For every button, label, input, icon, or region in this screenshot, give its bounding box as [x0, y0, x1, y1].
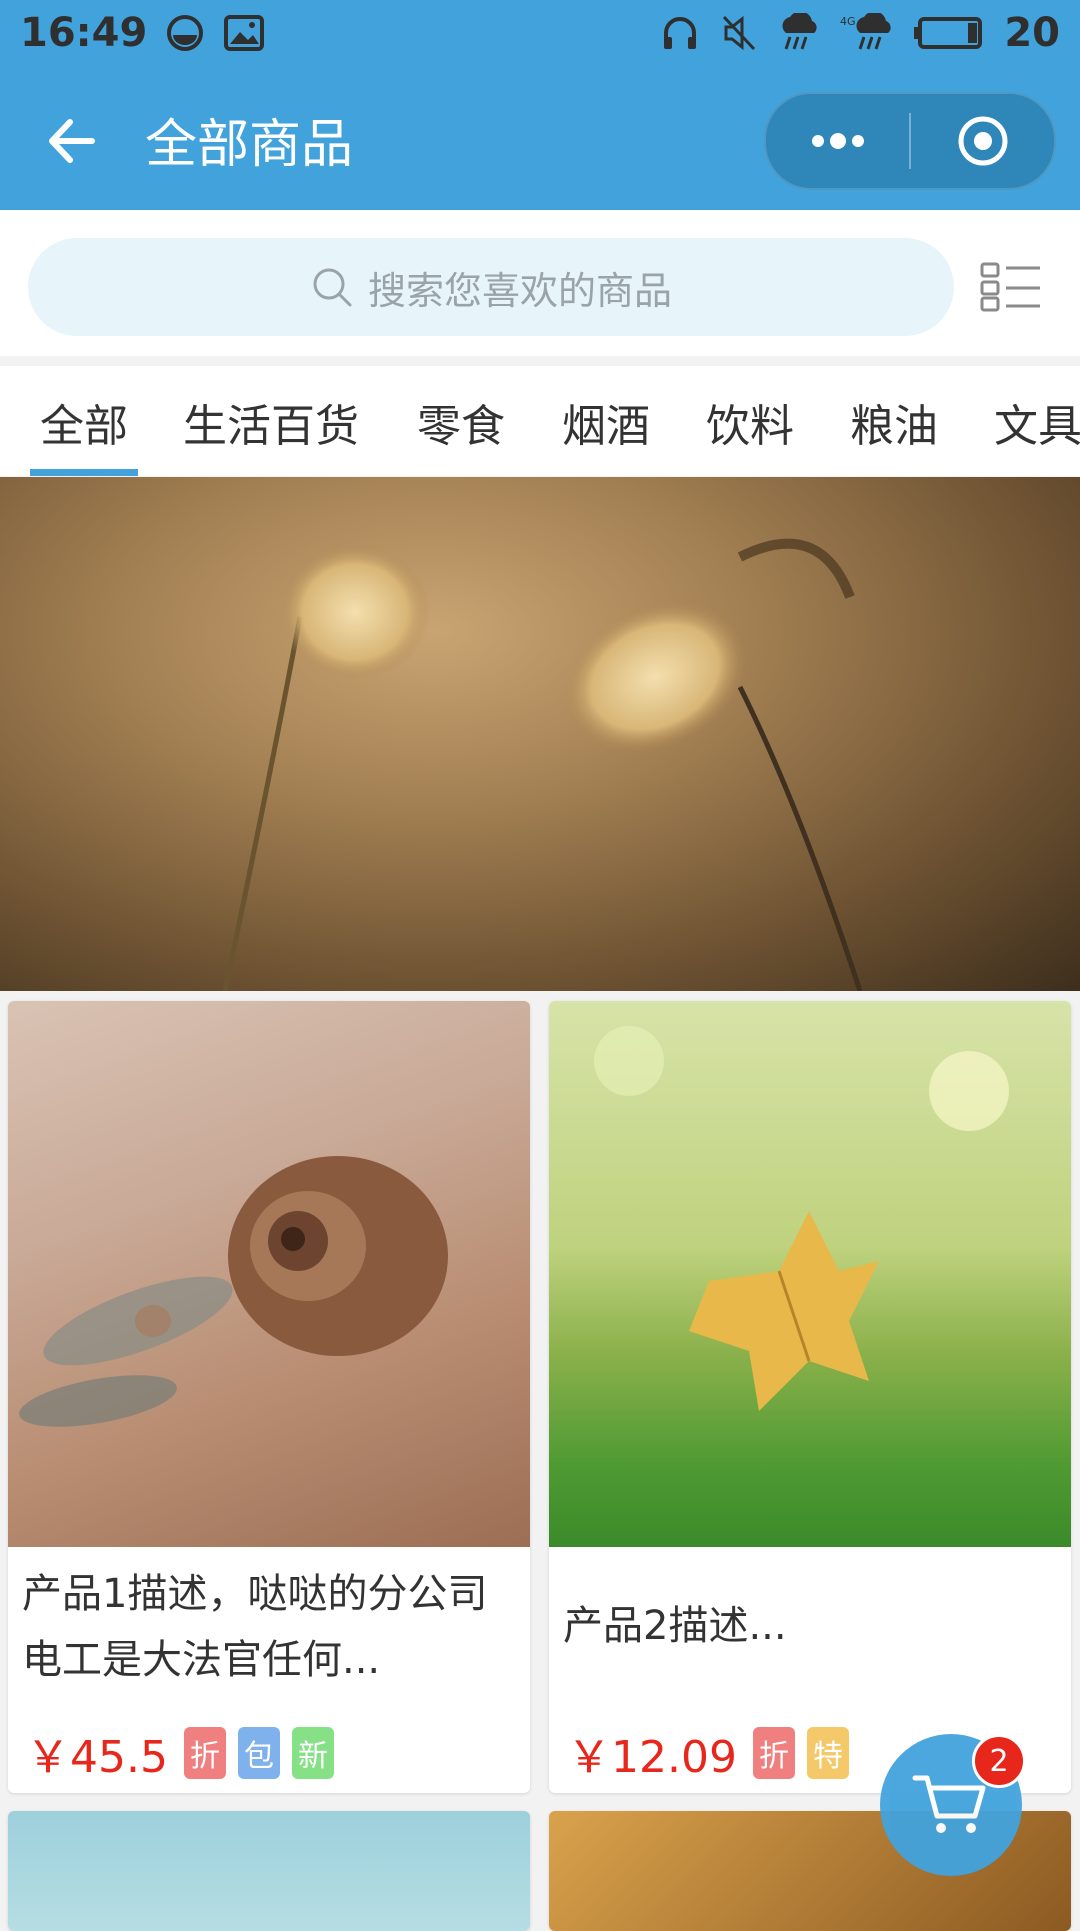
back-button[interactable]	[40, 108, 106, 174]
product-card[interactable]: 产品1描述，哒哒的分公司电工是大法官任何... ￥45.5 折 包 新	[8, 1001, 530, 1793]
headphones-icon	[660, 13, 700, 53]
discount-tag: 折	[183, 1727, 226, 1779]
face-icon	[165, 13, 205, 53]
page-title: 全部商品	[145, 115, 354, 175]
mute-icon	[718, 13, 758, 53]
new-tag: 新	[291, 1727, 334, 1779]
tab-daily-goods[interactable]: 生活百货	[183, 390, 359, 454]
status-time: 16:49	[20, 10, 148, 56]
cart-badge: 2	[972, 1734, 1026, 1788]
active-tab-indicator	[30, 469, 138, 476]
search-placeholder: 搜索您喜欢的商品	[367, 268, 672, 313]
status-bar: 16:49 4G 20	[0, 0, 1080, 66]
product-card[interactable]: 产品2描述... ￥12.09 折 特	[549, 1001, 1071, 1793]
tab-tobacco-alcohol[interactable]: 烟酒	[562, 390, 650, 454]
category-tabs: 全部 生活百货 零食 烟酒 饮料 粮油 文具	[0, 366, 1080, 476]
grass-photo	[222, 538, 863, 991]
svg-text:4G: 4G	[840, 15, 856, 28]
tab-all[interactable]: 全部	[40, 390, 128, 454]
special-tag: 特	[806, 1727, 849, 1779]
arrow-left-icon	[49, 119, 95, 163]
product-image	[549, 1001, 1071, 1547]
product-price: ￥12.09	[567, 1732, 737, 1783]
tab-stationery[interactable]: 文具	[994, 390, 1080, 454]
product-description: 产品1描述，哒哒的分公司电工是大法官任何...	[22, 1571, 488, 1683]
tab-drinks[interactable]: 饮料	[706, 390, 794, 454]
nav-bar: 全部商品	[0, 66, 1080, 210]
more-button[interactable]	[766, 94, 909, 188]
search-icon	[313, 268, 352, 307]
target-circle-icon	[958, 116, 1007, 166]
price-row: ￥45.5 折 包 新	[26, 1721, 334, 1785]
list-layout-icon	[980, 262, 1040, 312]
price-row: ￥12.09 折 特	[567, 1721, 849, 1785]
more-dots-icon	[811, 133, 864, 149]
product-description: 产品2描述...	[563, 1603, 787, 1649]
mini-program-capsule	[764, 92, 1056, 190]
layout-toggle-button[interactable]	[980, 262, 1042, 312]
close-button[interactable]	[911, 94, 1054, 188]
product-image	[8, 1811, 530, 1931]
rain-icon: 4G	[840, 13, 896, 53]
tab-snacks[interactable]: 零食	[417, 390, 505, 454]
banner-image[interactable]	[0, 477, 1080, 991]
discount-tag: 折	[752, 1727, 795, 1779]
product-price: ￥45.5	[26, 1732, 168, 1783]
product-image	[8, 1001, 530, 1547]
image-icon	[223, 14, 265, 52]
tab-grain-oil[interactable]: 粮油	[850, 390, 938, 454]
cart-icon	[912, 1775, 986, 1833]
search-area: 搜索您喜欢的商品	[0, 210, 1080, 356]
search-input[interactable]: 搜索您喜欢的商品	[28, 238, 954, 336]
product-card[interactable]	[8, 1811, 530, 1931]
battery-level: 20	[1004, 10, 1060, 56]
free-shipping-tag: 包	[237, 1727, 280, 1779]
rain-icon	[776, 13, 822, 53]
battery-icon	[914, 15, 986, 51]
